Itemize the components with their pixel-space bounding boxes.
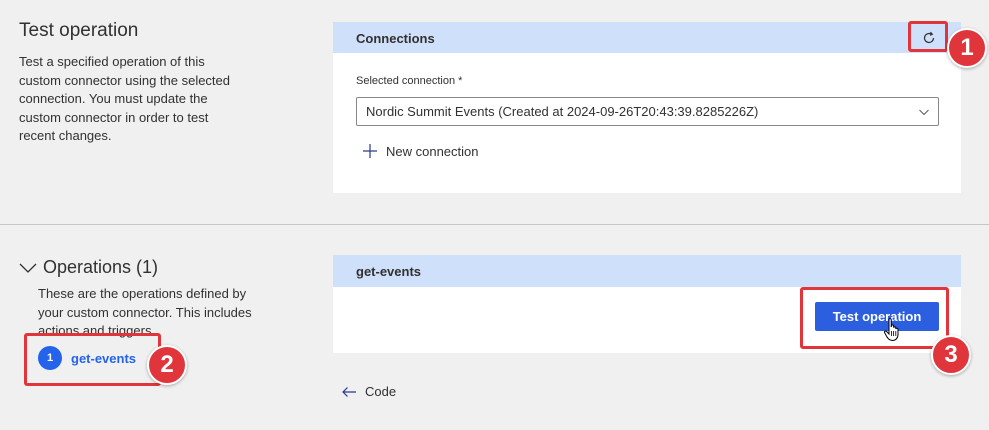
connections-header-label: Connections — [356, 31, 435, 46]
annotation-badge-3: 3 — [931, 335, 971, 375]
annotation-badge-1: 1 — [947, 28, 987, 68]
plus-icon — [363, 144, 377, 158]
highlight-operation-item — [24, 333, 161, 386]
chevron-down-icon — [19, 263, 37, 273]
code-link-label: Code — [365, 384, 397, 399]
selected-connection-label: Selected connection * — [356, 75, 463, 87]
section-divider — [0, 224, 989, 225]
operations-expander[interactable]: Operations (1) — [19, 257, 158, 278]
arrow-left-icon — [342, 386, 356, 397]
operation-card-header: get-events — [333, 255, 961, 287]
selected-connection-dropdown[interactable]: Nordic Summit Events (Created at 2024-09… — [356, 97, 939, 126]
highlight-refresh — [908, 21, 948, 52]
operations-title: Operations (1) — [43, 257, 159, 277]
section-description: Test a specified operation of this custo… — [19, 54, 231, 143]
new-connection-label: New connection — [386, 143, 479, 159]
highlight-test-button — [800, 287, 949, 349]
chevron-down-icon — [919, 109, 929, 116]
selected-connection-value: Nordic Summit Events (Created at 2024-09… — [366, 104, 759, 119]
connections-card-header: Connections — [333, 22, 961, 53]
connections-card: Connections Selected connection * Nordic… — [333, 22, 961, 193]
code-link[interactable]: Code — [341, 384, 396, 399]
section-title: Test operation — [19, 20, 139, 41]
operation-card-title: get-events — [356, 264, 422, 279]
new-connection-button[interactable]: New connection — [362, 143, 479, 159]
annotation-badge-2: 2 — [147, 345, 187, 385]
